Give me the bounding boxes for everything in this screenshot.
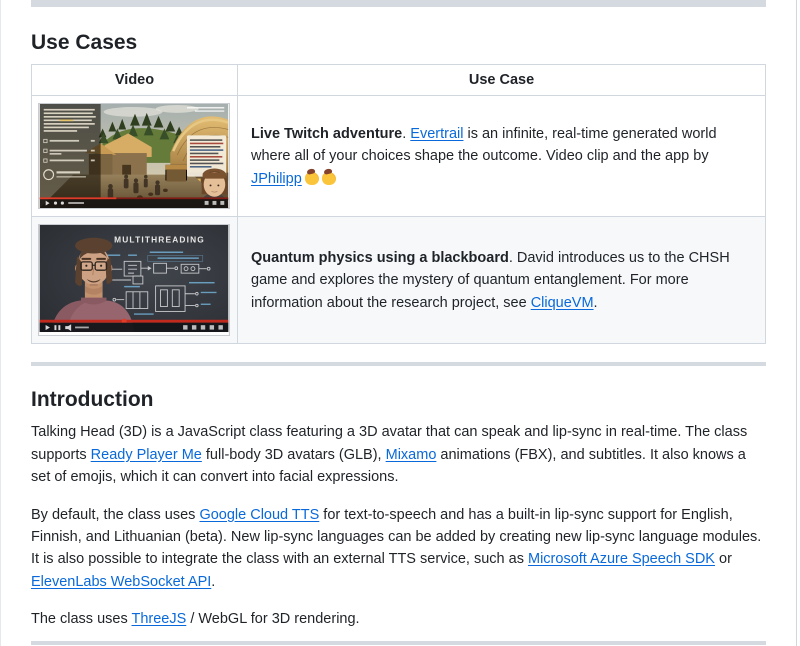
section-divider	[31, 362, 766, 366]
quantum-blackboard-thumbnail[interactable]: MULTITHREADING	[38, 224, 230, 336]
elevenlabs-websocket-api-link[interactable]: ElevenLabs WebSocket API	[31, 574, 211, 590]
table-row: Live Twitch adventure. Evertrail is an i…	[32, 96, 766, 217]
clap-emoji	[322, 172, 336, 185]
introduction-section: Introduction Talking Head (3D) is a Java…	[31, 387, 766, 630]
readme-page: Use Cases Video Use Case	[0, 0, 797, 646]
intro-paragraph-2: By default, the class uses Google Cloud …	[31, 504, 766, 594]
video-cell-evertrail	[32, 96, 238, 217]
cliquevm-link[interactable]: CliqueVM	[531, 295, 594, 311]
video-column-header: Video	[32, 65, 238, 96]
mixamo-link[interactable]: Mixamo	[386, 447, 437, 463]
bold-text: Quantum physics using a blackboard	[251, 250, 509, 266]
use-case-cell-blackboard: Quantum physics using a blackboard. Davi…	[238, 217, 766, 344]
top-divider	[31, 0, 766, 7]
google-cloud-tts-link[interactable]: Google Cloud TTS	[199, 507, 319, 523]
use-case-text: Live Twitch adventure. Evertrail is an i…	[251, 123, 752, 190]
evertrail-video-thumbnail[interactable]	[38, 103, 230, 209]
use-cases-heading: Use Cases	[31, 30, 766, 56]
bottom-divider	[31, 641, 766, 645]
clap-emoji	[305, 172, 319, 185]
ready-player-me-link[interactable]: Ready Player Me	[91, 447, 202, 463]
use-case-cell-evertrail: Live Twitch adventure. Evertrail is an i…	[238, 96, 766, 217]
blackboard-title-text: MULTITHREADING	[114, 235, 205, 245]
table-header-row: Video Use Case	[32, 65, 766, 96]
introduction-heading: Introduction	[31, 387, 766, 413]
table-row: MULTITHREADING	[32, 217, 766, 344]
evertrail-link[interactable]: Evertrail	[410, 126, 463, 142]
azure-speech-sdk-link[interactable]: Microsoft Azure Speech SDK	[528, 551, 715, 567]
use-case-column-header: Use Case	[238, 65, 766, 96]
bold-text: Live Twitch adventure	[251, 126, 402, 142]
video-cell-blackboard: MULTITHREADING	[32, 217, 238, 344]
jphilipp-link[interactable]: JPhilipp	[251, 171, 302, 187]
intro-paragraph-1: Talking Head (3D) is a JavaScript class …	[31, 421, 766, 488]
intro-paragraph-3: The class uses ThreeJS / WebGL for 3D re…	[31, 608, 766, 630]
threejs-link[interactable]: ThreeJS	[131, 611, 186, 627]
use-case-text: Quantum physics using a blackboard. Davi…	[251, 247, 752, 314]
use-cases-table: Video Use Case	[31, 64, 766, 344]
